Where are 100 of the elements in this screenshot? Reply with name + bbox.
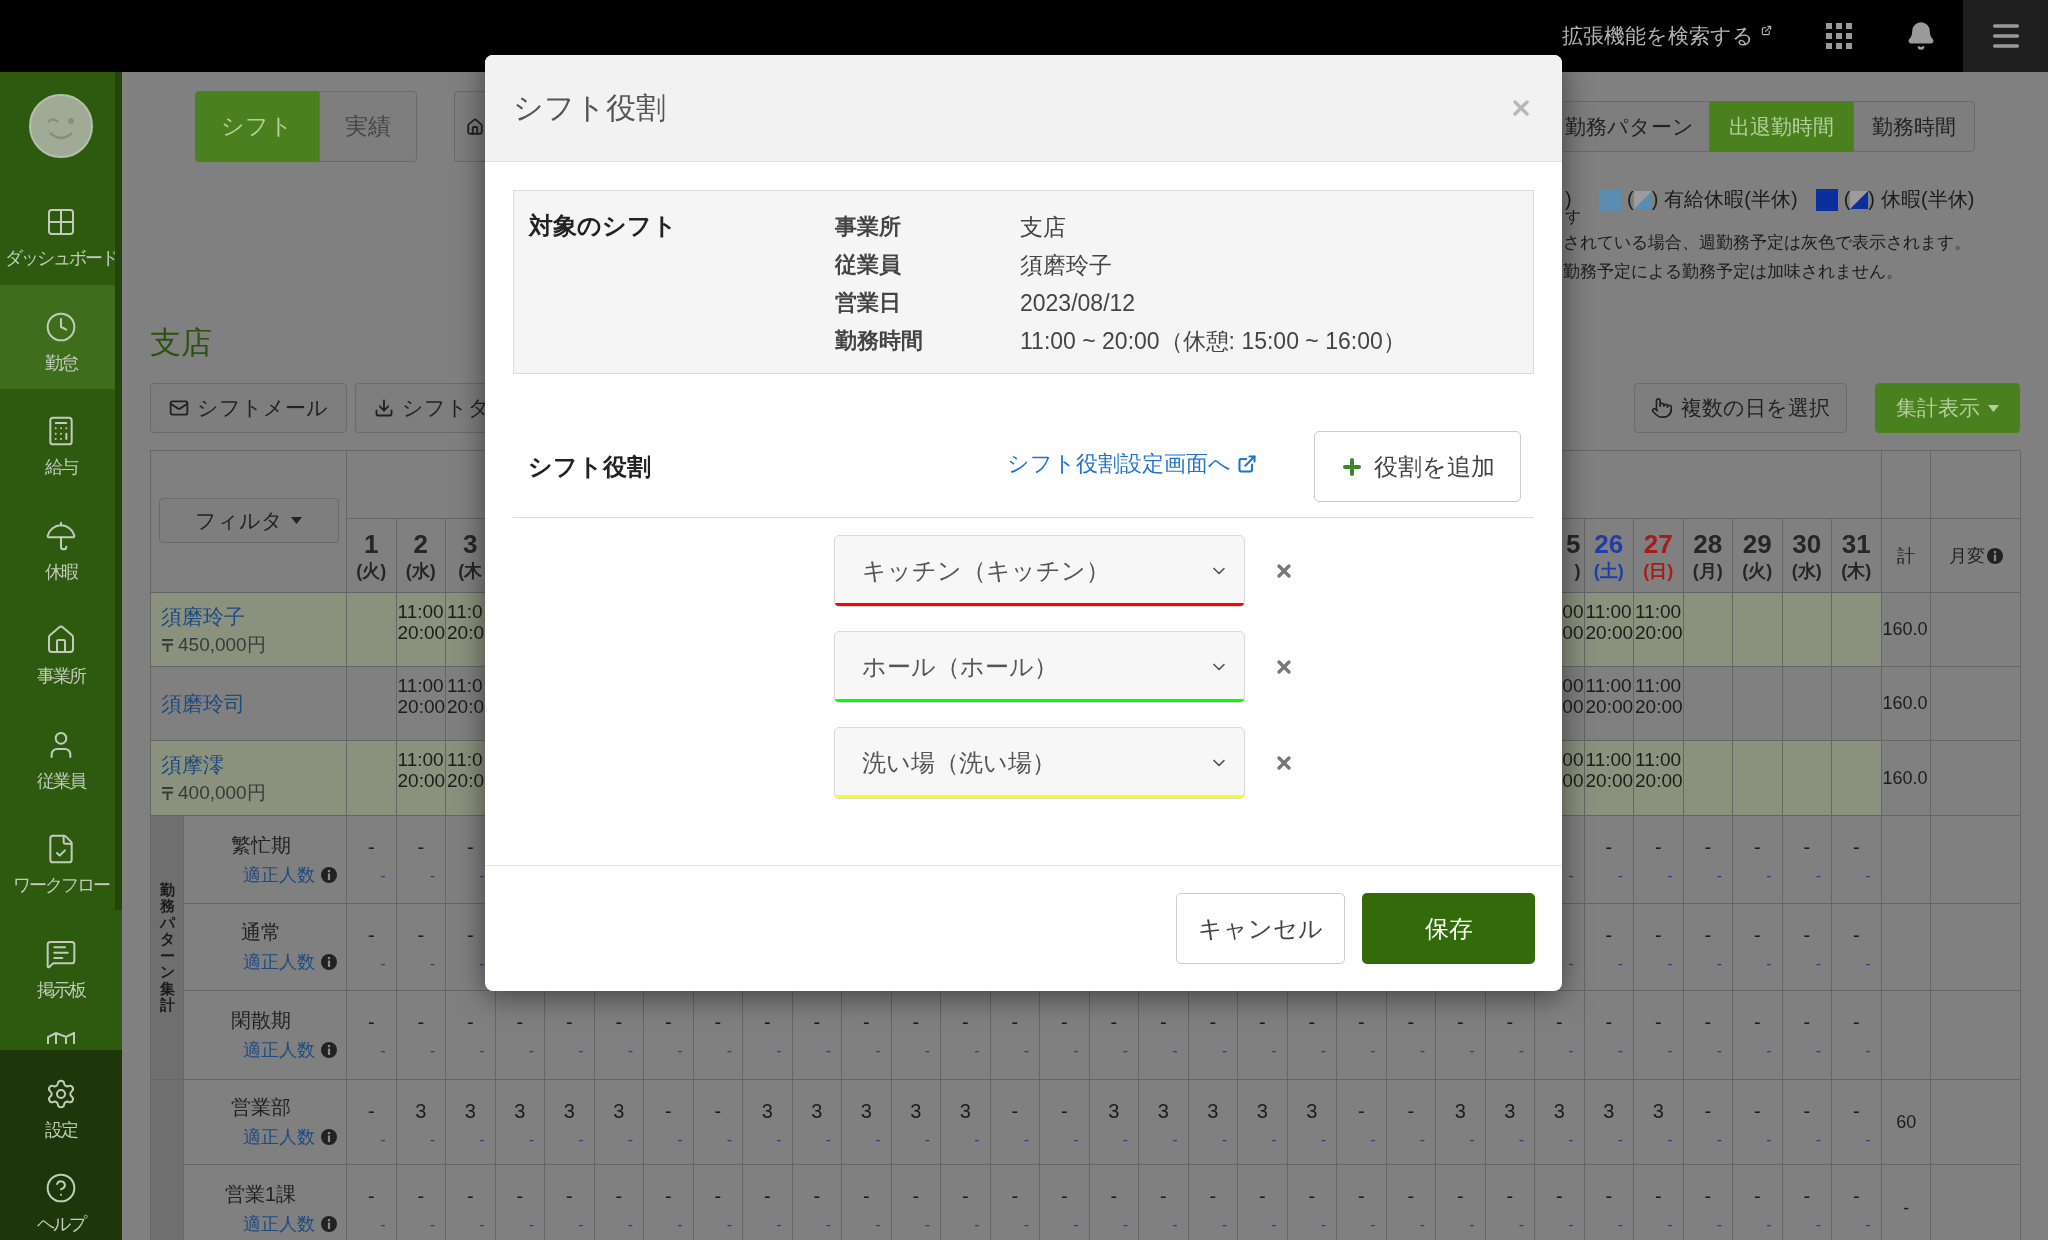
sidebar-item[interactable]: 事業所 [0,598,115,703]
target-count-text: - [578,1215,584,1235]
count-text: 3 [514,1099,526,1123]
add-role-button[interactable]: 役割を追加 [1314,431,1521,502]
display-tab[interactable]: 勤務時間 [1853,101,1975,152]
staffing-link[interactable]: 適正人数 [243,862,315,887]
sidebar-item[interactable]: 設定 [0,1052,122,1146]
info-icon [321,1042,337,1058]
sidebar-item[interactable]: 給与 [0,389,115,494]
info-icon [1986,547,2003,564]
bell-icon[interactable] [1906,21,1936,51]
count-text: - [367,1099,375,1123]
target-count-text: - [380,1041,386,1061]
count-text: - [1357,1099,1365,1123]
count-text: - [813,1184,821,1208]
sidebar-item[interactable]: 掲示板 [0,911,115,1016]
count-text: - [714,1099,722,1123]
count-text: - [1605,1010,1613,1034]
avatar-icon[interactable] [29,94,93,158]
sidebar-item[interactable]: ワークフロー [0,807,115,912]
dots-grid-icon[interactable] [1826,23,1852,49]
employee-name-link[interactable]: 須磨玲司 [161,690,245,717]
map-icon[interactable] [46,1032,76,1044]
target-count-text: - [1073,1041,1079,1061]
house-icon [45,624,77,656]
count-text: - [1407,1010,1415,1034]
extension-search-link[interactable]: 拡張機能を検索する [1562,22,1772,50]
time-text: 20:0 [447,696,484,717]
target-count-text: - [1865,1130,1871,1150]
x-icon[interactable] [1274,753,1294,773]
target-count-text: - [479,1215,485,1235]
summary-button[interactable]: 集計表示 [1875,383,2020,433]
staffing-link[interactable]: 適正人数 [243,1038,315,1062]
target-count-text: - [1865,1215,1871,1235]
count-text: - [565,1010,573,1034]
time-text: 00 [1562,622,1584,643]
menu-button[interactable] [1963,0,2048,72]
target-count-text: - [924,1215,930,1235]
target-count-text: - [479,1041,485,1061]
filter-button[interactable]: フィルタ [158,498,339,543]
home-button[interactable] [454,91,485,162]
count-text: - [1852,835,1860,859]
role-select[interactable]: 洗い場（洗い場） [834,727,1245,799]
count-text: - [1803,835,1811,859]
count-text: - [1654,835,1662,859]
count-text: - [1060,1099,1068,1123]
employee-name-link[interactable]: 須摩澪 [161,752,224,778]
cancel-button[interactable]: キャンセル [1176,893,1345,964]
employee-name-link[interactable]: 須磨玲子 [161,603,245,630]
target-count-text: - [677,1041,683,1061]
view-tab[interactable]: シフト [195,91,319,162]
target-count-text: - [380,1215,386,1235]
staffing-link[interactable]: 適正人数 [243,950,315,974]
count-text: - [862,1010,870,1034]
count-text: - [714,1010,722,1034]
group-label: 勤務パターン集計 [159,881,175,1014]
time-text: 20:00 [397,622,446,643]
display-tab[interactable]: 出退勤時間 [1710,101,1853,152]
x-icon[interactable] [1274,657,1294,677]
count-text: - [417,923,425,947]
count-text: - [862,1184,870,1208]
x-icon[interactable] [1274,561,1294,581]
target-count-text: - [528,1130,534,1150]
weekday-text: (日) [1643,559,1674,583]
target-count-text: - [1370,1215,1376,1235]
role-select[interactable]: キッチン（キッチン） [834,535,1245,607]
sidebar-item[interactable]: 勤怠 [0,284,115,389]
target-count-text: - [1469,1041,1475,1061]
settings-link[interactable]: シフト役割設定画面へ [1007,449,1257,479]
target-count-text: - [1815,1215,1821,1235]
sidebar-item[interactable]: ダッシュボード [0,180,115,285]
info-label: 営業日 [835,289,902,317]
time-text: 11:0 [447,749,483,770]
count-text: - [1852,923,1860,947]
info-icon [321,866,337,883]
display-tab[interactable]: 勤務パターン [1563,101,1710,152]
count-text: - [1506,1010,1514,1034]
target-count-text: - [825,1130,831,1150]
row-label: 営業1課 [224,1181,297,1206]
sidebar-item[interactable]: ヘルプ [0,1146,122,1240]
count-text: 3 [1306,1099,1318,1123]
action-button[interactable]: シフトメール [150,383,347,433]
weekday-text: (水) [1791,559,1822,583]
target-count-text: - [1568,1215,1574,1235]
target-count-text: - [578,1041,584,1061]
select-days-button[interactable]: 複数の日を選択 [1634,383,1847,433]
count-text: - [1159,1010,1167,1034]
scrollbar-thumb[interactable] [115,72,122,910]
target-count-text: - [875,1215,881,1235]
view-tab[interactable]: 実績 [319,91,417,162]
count-text: 3 [761,1099,773,1123]
sidebar-item[interactable]: 従業員 [0,702,115,807]
count-text: - [961,1010,969,1034]
staffing-link[interactable]: 適正人数 [243,1211,315,1236]
staffing-link[interactable]: 適正人数 [243,1125,315,1149]
sidebar-item[interactable]: 休暇 [0,493,115,598]
row-label: 通常 [240,920,281,944]
save-button[interactable]: 保存 [1362,893,1535,964]
role-select[interactable]: ホール（ホール） [834,631,1245,703]
target-count-text: - [1271,1130,1277,1150]
